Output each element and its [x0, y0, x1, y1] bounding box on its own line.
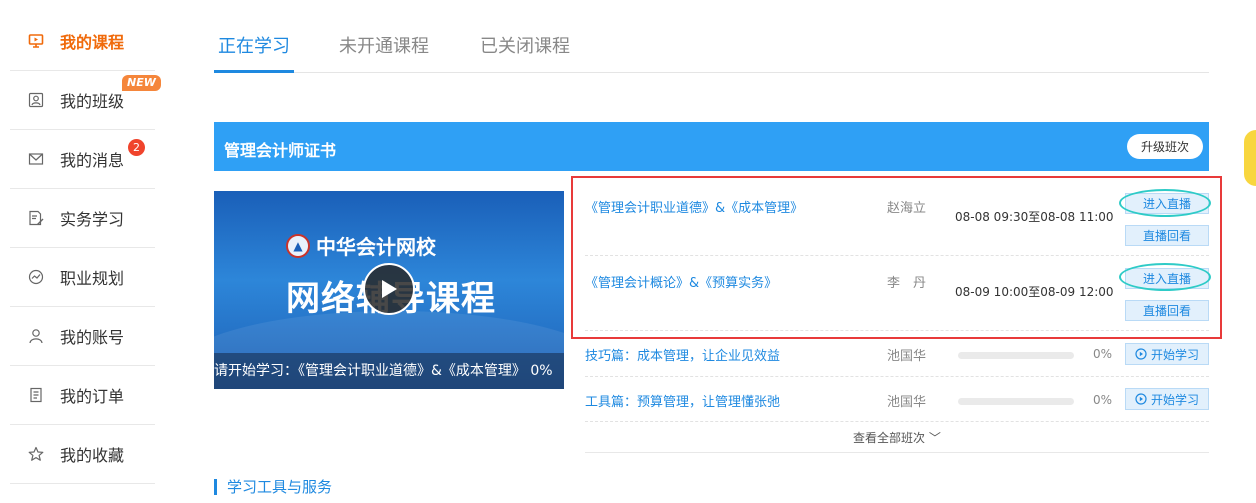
thumbnail-logo: ▲ 中华会计网校	[286, 231, 436, 260]
sidebar-item-my-courses[interactable]: 我的课程	[10, 12, 155, 71]
play-circle-icon	[1135, 393, 1147, 405]
floating-decoration	[1244, 130, 1256, 186]
tab-learning[interactable]: 正在学习	[218, 32, 290, 58]
lesson-teacher: 池国华	[887, 395, 927, 410]
sidebar-item-label: 我的班级	[60, 92, 125, 111]
upgrade-class-button[interactable]: 升级班次	[1126, 134, 1203, 159]
lesson-progress-percent: 0%	[1093, 393, 1113, 407]
sidebar-item-orders[interactable]: 我的订单	[10, 366, 155, 425]
live-replay-button[interactable]: 直播回看	[1125, 225, 1209, 246]
play-screen-icon	[27, 32, 45, 50]
sidebar-item-label: 我的消息	[60, 151, 125, 170]
start-learning-button[interactable]: 开始学习	[1125, 343, 1209, 365]
play-icon	[382, 280, 397, 298]
start-learning-label: 开始学习	[1150, 392, 1199, 407]
live-lesson-row: 《管理会计概论》&《预算实务》 李 丹 08-09 10:00至08-09 12…	[585, 263, 1211, 331]
start-learning-label: 开始学习	[1150, 347, 1199, 362]
sidebar-item-label: 职业规划	[60, 269, 125, 288]
live-lesson-title[interactable]: 《管理会计职业道德》&《成本管理》	[585, 197, 803, 216]
lesson-progress-bar	[958, 398, 1074, 405]
mail-icon	[27, 150, 45, 168]
lesson-row: 工具篇：预算管理，让管理懂张弛 池国华 0% 开始学习	[585, 388, 1209, 422]
live-lesson-title[interactable]: 《管理会计概论》&《预算实务》	[585, 272, 777, 291]
lesson-title[interactable]: 工具篇：预算管理，让管理懂张弛	[585, 391, 780, 410]
sidebar-item-favorites[interactable]: 我的收藏	[10, 425, 155, 484]
thumbnail-logo-text: 中华会计网校	[316, 235, 436, 259]
course-video-thumbnail[interactable]: ▲ 中华会计网校 网络辅导课程 请开始学习：《管理会计职业道德》&《成本管理》 …	[214, 191, 564, 389]
sidebar-item-label: 我的账号	[60, 328, 125, 347]
play-circle-icon	[1135, 348, 1147, 360]
enter-live-button[interactable]: 进入直播	[1125, 268, 1209, 289]
divider	[585, 452, 1209, 453]
sidebar-item-label: 我的收藏	[60, 446, 125, 465]
sidebar-item-practice[interactable]: 实务学习	[10, 189, 155, 248]
school-logo-icon: ▲	[286, 233, 310, 258]
view-all-classes-link[interactable]: 查看全部班次 ﹀	[853, 429, 941, 446]
tab-not-opened[interactable]: 未开通课程	[339, 32, 429, 58]
tab-closed[interactable]: 已关闭课程	[480, 32, 570, 58]
lesson-row: 技巧篇：成本管理，让企业见效益 池国华 0% 开始学习	[585, 343, 1209, 377]
live-lesson-row: 《管理会计职业道德》&《成本管理》 赵海立 08-08 09:30至08-08 …	[585, 189, 1211, 256]
course-header: 管理会计师证书 升级班次	[214, 122, 1209, 171]
sidebar-item-my-class[interactable]: 我的班级 NEW	[10, 71, 161, 130]
section-title-tools: 学习工具与服务	[214, 479, 332, 495]
start-learning-button[interactable]: 开始学习	[1125, 388, 1209, 410]
sidebar-item-label: 实务学习	[60, 210, 125, 229]
active-tab-indicator	[214, 70, 294, 73]
sidebar-item-label: 我的订单	[60, 387, 125, 406]
trend-icon	[27, 268, 45, 286]
class-icon	[27, 91, 45, 109]
continue-learning-caption[interactable]: 请开始学习：《管理会计职业道德》&《成本管理》 0%	[214, 353, 564, 389]
live-lesson-time: 08-08 09:30至08-08 11:00	[955, 210, 1114, 224]
lesson-progress-bar	[958, 352, 1074, 359]
live-replay-button[interactable]: 直播回看	[1125, 300, 1209, 321]
user-icon	[27, 327, 45, 345]
course-tabs: 正在学习 未开通课程 已关闭课程	[214, 0, 1209, 73]
enter-live-button[interactable]: 进入直播	[1125, 193, 1209, 214]
live-lesson-time: 08-09 10:00至08-09 12:00	[955, 285, 1114, 299]
play-button[interactable]	[363, 263, 415, 315]
sidebar-item-account[interactable]: 我的账号	[10, 307, 155, 366]
course-title: 管理会计师证书	[224, 141, 337, 160]
lesson-title[interactable]: 技巧篇：成本管理，让企业见效益	[585, 345, 780, 364]
live-lesson-teacher: 赵海立	[887, 201, 927, 216]
sidebar-item-my-messages[interactable]: 我的消息 2	[10, 130, 155, 189]
star-icon	[27, 445, 45, 463]
new-badge: NEW	[122, 75, 161, 91]
sidebar: 我的课程 我的班级 NEW 我的消息 2 实务学习 职业规划 我的账号 我的订单…	[10, 12, 161, 484]
order-icon	[27, 386, 45, 404]
lesson-progress-percent: 0%	[1093, 347, 1113, 361]
sidebar-item-career[interactable]: 职业规划	[10, 248, 155, 307]
live-lesson-teacher: 李 丹	[887, 276, 927, 291]
message-count-badge: 2	[128, 139, 145, 156]
edit-doc-icon	[27, 209, 45, 227]
lesson-teacher: 池国华	[887, 349, 927, 364]
sidebar-item-label: 我的课程	[60, 33, 125, 52]
